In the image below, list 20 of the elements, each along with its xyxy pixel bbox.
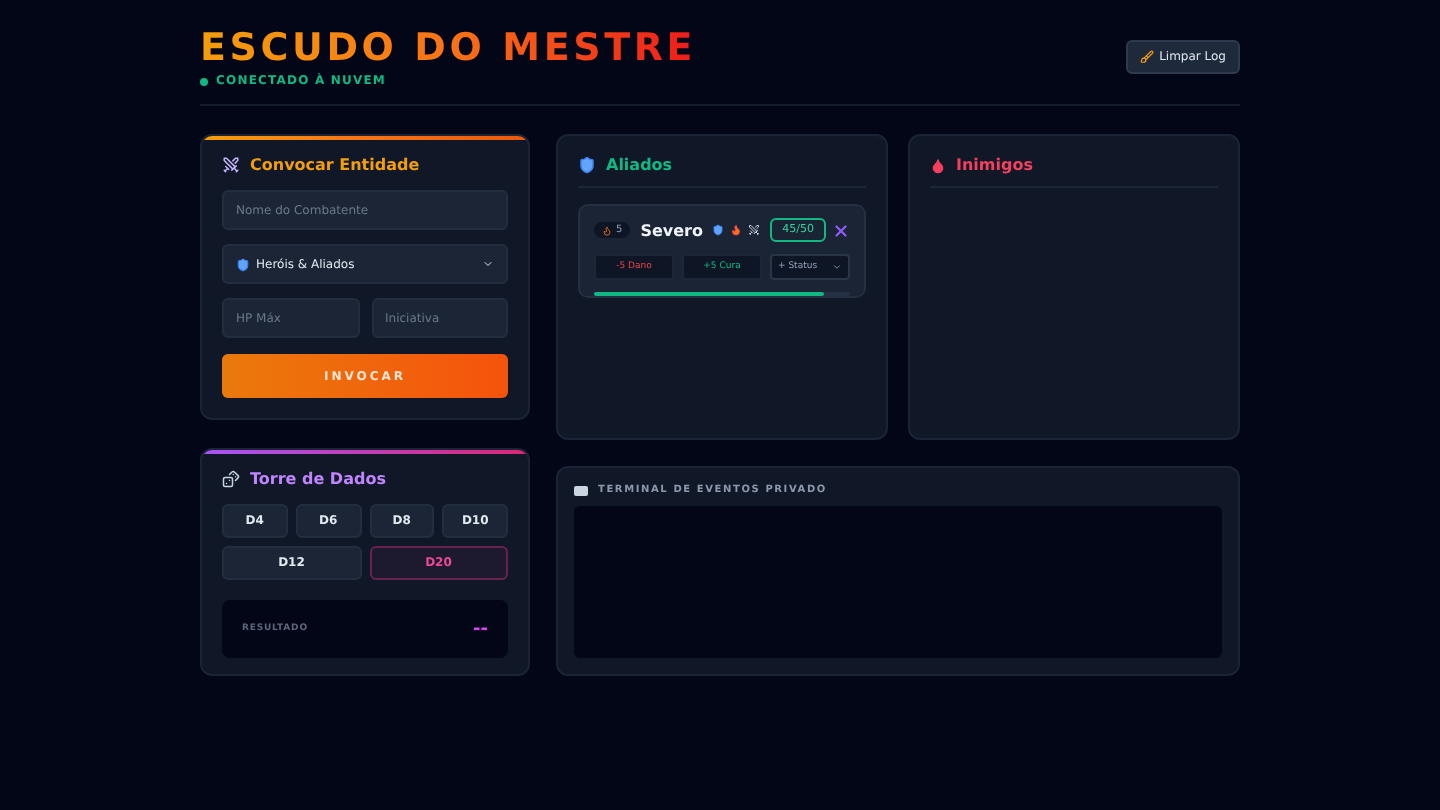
chevron-down-icon	[832, 262, 842, 272]
shield-icon	[578, 156, 596, 174]
dice-icon	[222, 470, 240, 488]
combatant-name: Severo	[640, 221, 703, 239]
chevron-down-icon	[482, 258, 494, 270]
terminal-icon	[574, 485, 588, 495]
card-title: Torre de Dados	[250, 470, 386, 488]
panel-title: Aliados	[606, 156, 673, 174]
droplet-icon	[930, 157, 946, 173]
flame-icon	[602, 225, 612, 235]
shield-icon	[236, 257, 250, 271]
close-icon[interactable]	[832, 221, 850, 239]
brush-icon	[1139, 50, 1154, 64]
shield-icon	[712, 224, 725, 236]
flame-icon	[730, 224, 743, 236]
result-value: --	[473, 619, 488, 639]
swords-icon	[748, 224, 761, 236]
swords-icon	[222, 156, 240, 174]
panel-title: Inimigos	[956, 156, 1033, 174]
card-title: Convocar Entidade	[250, 156, 420, 174]
